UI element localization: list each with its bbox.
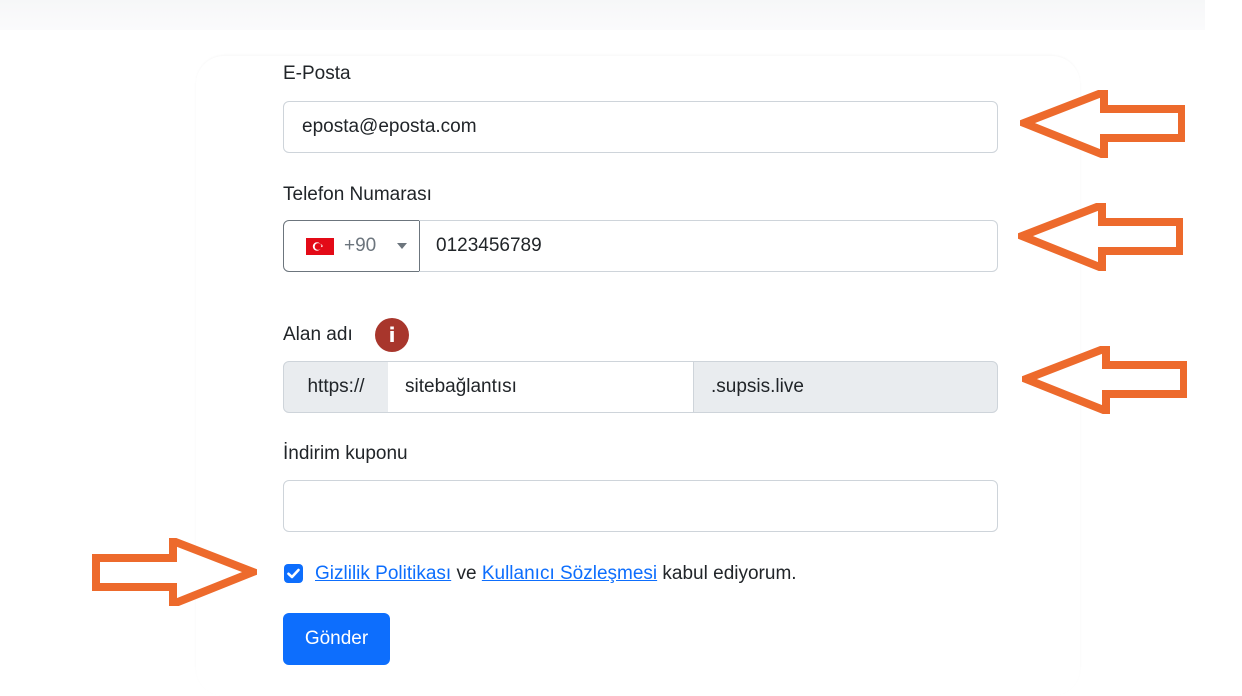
email-label: E-Posta xyxy=(283,63,351,84)
page-header-band xyxy=(0,0,1205,30)
chevron-down-icon xyxy=(397,243,407,249)
left-arrow-icon xyxy=(1022,346,1187,414)
consent-suffix: kabul ediyorum. xyxy=(662,563,797,584)
domain-field[interactable]: sitebağlantısı xyxy=(388,361,694,413)
submit-button[interactable]: Gönder xyxy=(283,613,390,665)
consent-conjunction: ve xyxy=(456,563,477,584)
phone-number-field[interactable]: 0123456789 xyxy=(419,220,998,272)
domain-label: Alan adı xyxy=(283,324,353,345)
checkmark-icon xyxy=(287,568,300,579)
page-right-margin xyxy=(1205,0,1242,692)
email-field[interactable]: eposta@eposta.com xyxy=(283,101,998,153)
terms-link[interactable]: Kullanıcı Sözleşmesi xyxy=(482,563,657,584)
turkey-flag-icon xyxy=(306,238,334,255)
email-value: eposta@eposta.com xyxy=(302,116,477,137)
left-arrow-icon xyxy=(1020,90,1185,158)
domain-suffix-text: .supsis.live xyxy=(711,376,804,397)
consent-text: Gizlilik Politikası ve Kullanıcı Sözleşm… xyxy=(315,561,797,587)
phone-number-value: 0123456789 xyxy=(436,235,542,256)
consent-checkbox[interactable] xyxy=(284,564,303,583)
right-arrow-icon xyxy=(92,538,257,606)
domain-suffix-addon: .supsis.live xyxy=(693,361,998,413)
privacy-policy-link[interactable]: Gizlilik Politikası xyxy=(315,563,451,584)
domain-prefix-addon: https:// xyxy=(283,361,389,413)
coupon-label: İndirim kuponu xyxy=(283,443,408,464)
coupon-field[interactable] xyxy=(283,480,998,532)
country-code-select[interactable]: +90 xyxy=(283,220,420,272)
dial-code: +90 xyxy=(344,235,377,256)
left-arrow-icon xyxy=(1018,203,1183,271)
phone-label: Telefon Numarası xyxy=(283,184,432,205)
info-icon[interactable]: i xyxy=(375,318,409,352)
domain-value: sitebağlantısı xyxy=(405,376,517,397)
